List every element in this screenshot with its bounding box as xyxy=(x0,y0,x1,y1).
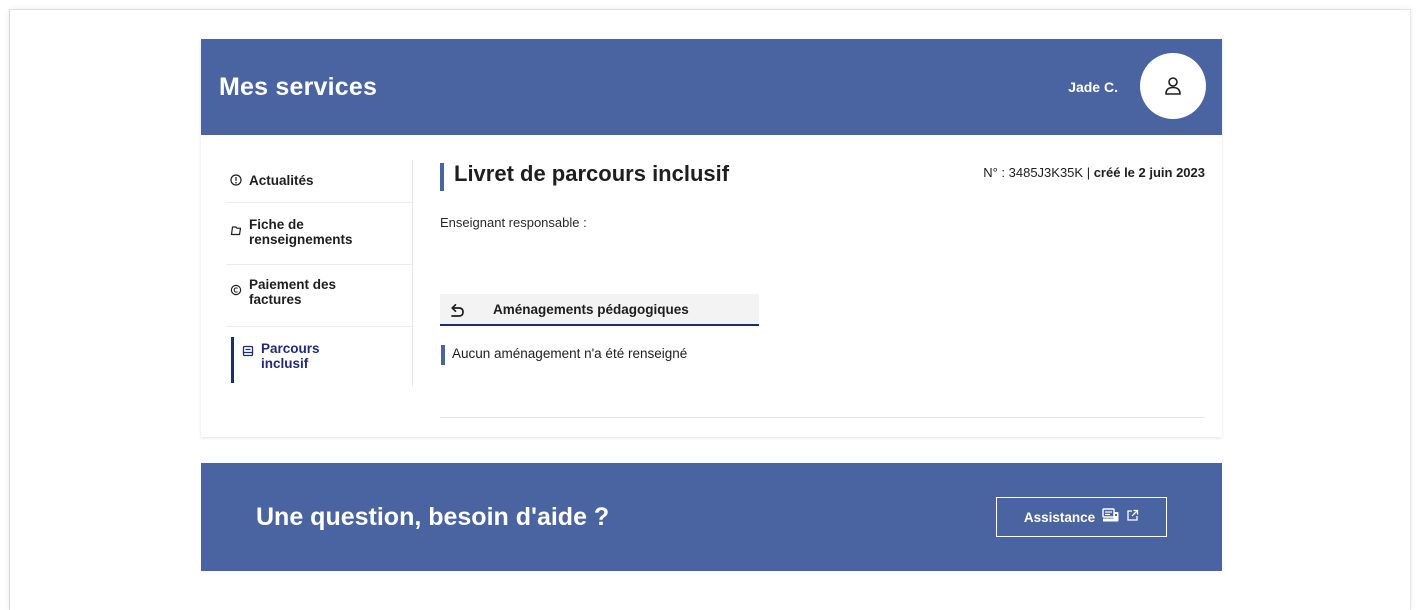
sidebar-nav: Actualités Fiche de renseignements Paiem… xyxy=(226,161,413,389)
sidebar-item-label: renseignements xyxy=(249,232,353,247)
document-meta: N° : 3485J3K35K | créé le 2 juin 2023 xyxy=(983,165,1205,180)
services-card: Mes services Jade C. Actualités Fiche de… xyxy=(201,39,1222,437)
document-number: N° : 3485J3K35K | xyxy=(983,165,1091,180)
external-link-icon xyxy=(1126,509,1139,525)
notice-text: Aucun aménagement n'a été renseigné xyxy=(452,346,688,361)
sidebar-item-label: Paiement des xyxy=(249,277,337,292)
sidebar-item-fiche-renseignements[interactable]: Fiche de renseignements xyxy=(226,203,413,265)
help-banner: Une question, besoin d'aide ? Assistance xyxy=(201,463,1222,571)
assistance-button[interactable]: Assistance xyxy=(996,497,1167,537)
sidebar-item-label: Fiche de xyxy=(249,217,304,232)
user-name[interactable]: Jade C. xyxy=(1068,79,1118,95)
undo-arrow-icon xyxy=(449,303,465,322)
section-title: Livret de parcours inclusif xyxy=(440,161,730,191)
title-accent-bar xyxy=(440,163,444,191)
sidebar-item-label: factures xyxy=(249,292,302,307)
notice-accent-bar xyxy=(441,345,445,365)
tab-amenagements-pedagogiques[interactable]: Aménagements pédagogiques xyxy=(440,294,759,326)
teacher-label: Enseignant responsable : xyxy=(440,215,587,230)
document-created-date: créé le 2 juin 2023 xyxy=(1093,165,1205,180)
sidebar-item-parcours-inclusif[interactable]: Parcours inclusif xyxy=(226,327,413,389)
sidebar-item-label: Actualités xyxy=(249,173,314,188)
tab-label: Aménagements pédagogiques xyxy=(493,302,689,317)
folder-icon xyxy=(230,224,244,239)
empty-notice: Aucun aménagement n'a été renseigné xyxy=(440,345,688,365)
support-icon xyxy=(1102,508,1119,526)
coin-icon xyxy=(230,284,244,299)
user-icon xyxy=(1165,77,1181,95)
page-title: Mes services xyxy=(219,73,378,101)
sidebar-item-label: inclusif xyxy=(261,356,309,371)
sidebar-item-label: Parcours xyxy=(261,341,320,356)
sidebar-divider xyxy=(412,160,413,386)
assistance-label: Assistance xyxy=(1023,509,1096,525)
info-icon xyxy=(230,174,244,189)
booklet-icon xyxy=(242,345,256,360)
section-title-text: Livret de parcours inclusif xyxy=(454,161,730,186)
active-indicator xyxy=(231,337,234,383)
services-header: Mes services Jade C. xyxy=(201,39,1222,135)
content-divider xyxy=(440,417,1205,418)
user-avatar-button[interactable] xyxy=(1140,53,1206,119)
sidebar-item-paiement-factures[interactable]: Paiement des factures xyxy=(226,265,413,327)
sidebar-item-actualites[interactable]: Actualités xyxy=(226,161,413,203)
help-question: Une question, besoin d'aide ? xyxy=(256,503,610,531)
